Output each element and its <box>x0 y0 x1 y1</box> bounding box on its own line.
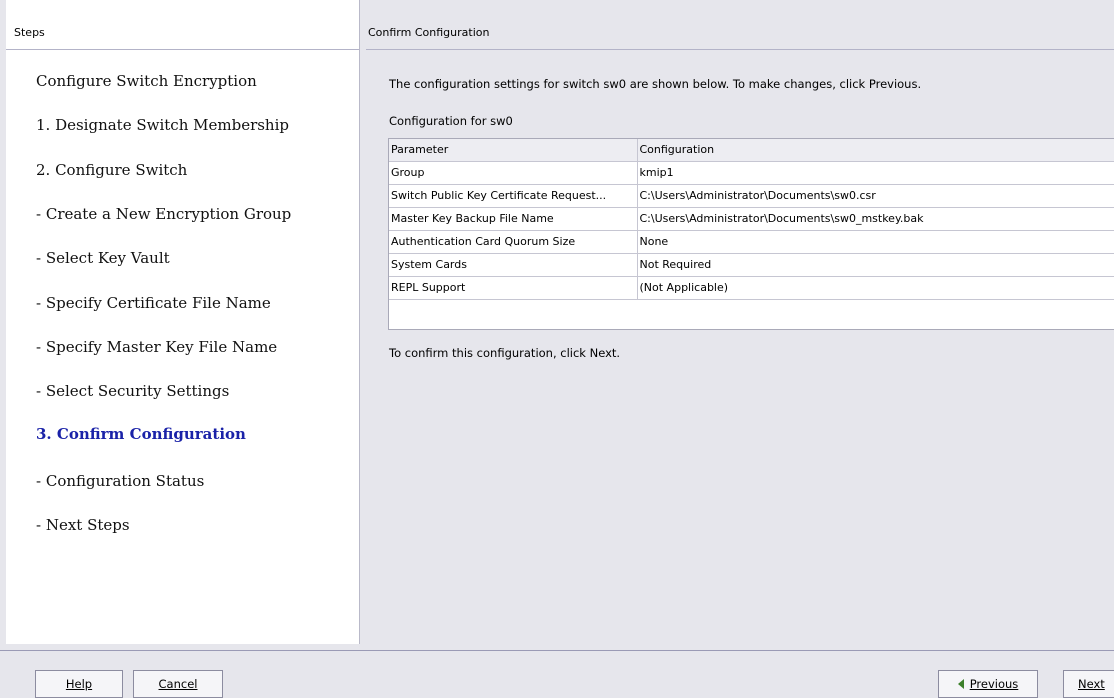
table-row[interactable]: REPL Support (Not Applicable) <box>389 276 1114 300</box>
parameter-cell: Group <box>389 161 638 185</box>
table-header-row: Parameter Configuration <box>389 139 1114 162</box>
step-configure-switch: 2. Configure Switch <box>36 161 188 179</box>
step-confirm-configuration: 3. Confirm Configuration <box>36 425 246 443</box>
table-row[interactable]: Master Key Backup File Name C:\Users\Adm… <box>389 207 1114 231</box>
parameter-cell: Switch Public Key Certificate Request... <box>389 184 638 208</box>
config-table[interactable]: Parameter Configuration Group kmip1 Swit… <box>389 139 1114 300</box>
parameter-cell: REPL Support <box>389 276 638 300</box>
configuration-cell: None <box>637 230 1114 254</box>
intro-text: The configuration settings for switch sw… <box>389 77 922 91</box>
steps-panel: Steps Configure Switch Encryption 1. Des… <box>6 0 359 644</box>
panel-divider <box>359 0 360 644</box>
parameter-cell: Master Key Backup File Name <box>389 207 638 231</box>
step-create-encryption-group: - Create a New Encryption Group <box>36 205 292 223</box>
footer-divider <box>0 650 1114 651</box>
cancel-button[interactable]: Cancel <box>133 670 223 698</box>
step-next-steps: - Next Steps <box>36 516 130 534</box>
step-configuration-status: - Configuration Status <box>36 472 205 490</box>
config-table-container[interactable]: Parameter Configuration Group kmip1 Swit… <box>388 138 1114 330</box>
table-row[interactable]: Authentication Card Quorum Size None <box>389 230 1114 254</box>
next-button-label: Next <box>1078 677 1105 691</box>
configuration-cell: Not Required <box>637 253 1114 277</box>
left-arrow-icon <box>957 679 964 689</box>
header-divider <box>366 49 1114 50</box>
step-select-security-settings: - Select Security Settings <box>36 382 230 400</box>
help-button[interactable]: Help <box>35 670 123 698</box>
step-select-key-vault: - Select Key Vault <box>36 249 170 267</box>
column-header-configuration[interactable]: Configuration <box>637 139 1114 162</box>
steps-header: Steps <box>6 0 359 50</box>
table-row[interactable]: Switch Public Key Certificate Request...… <box>389 184 1114 208</box>
step-configure-switch-encryption: Configure Switch Encryption <box>36 72 257 90</box>
cancel-button-label: Cancel <box>158 677 198 691</box>
configuration-cell: C:\Users\Administrator\Documents\sw0_mst… <box>637 207 1114 231</box>
step-specify-certificate-file-name: - Specify Certificate File Name <box>36 294 271 312</box>
table-row[interactable]: Group kmip1 <box>389 161 1114 185</box>
column-header-parameter[interactable]: Parameter <box>389 139 638 162</box>
configuration-cell: C:\Users\Administrator\Documents\sw0.csr <box>637 184 1114 208</box>
step-specify-master-key-file-name: - Specify Master Key File Name <box>36 338 278 356</box>
next-button[interactable]: Next <box>1063 670 1114 698</box>
page-title: Confirm Configuration <box>368 26 490 39</box>
parameter-cell: System Cards <box>389 253 638 277</box>
step-designate-switch-membership: 1. Designate Switch Membership <box>36 116 289 134</box>
previous-button[interactable]: Previous <box>938 670 1038 698</box>
configuration-cell: (Not Applicable) <box>637 276 1114 300</box>
previous-button-label: Previous <box>969 677 1019 691</box>
parameter-cell: Authentication Card Quorum Size <box>389 230 638 254</box>
confirm-note: To confirm this configuration, click Nex… <box>389 346 621 360</box>
table-row[interactable]: System Cards Not Required <box>389 253 1114 277</box>
help-button-label: Help <box>65 677 93 691</box>
configuration-cell: kmip1 <box>637 161 1114 185</box>
config-table-label: Configuration for sw0 <box>389 114 513 128</box>
